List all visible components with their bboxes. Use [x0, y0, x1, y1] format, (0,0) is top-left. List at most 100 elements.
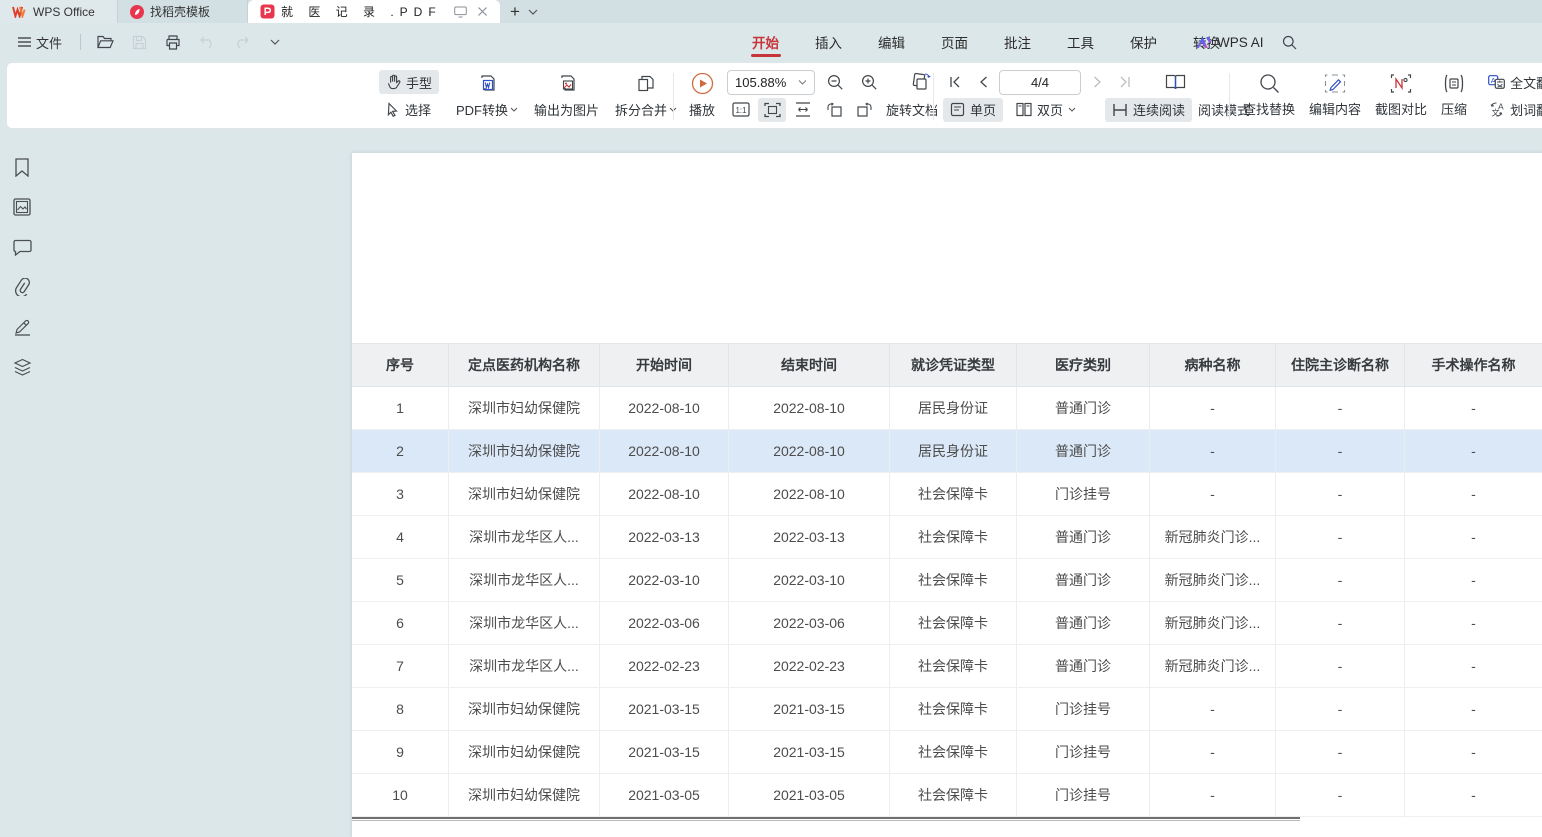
read-mode-icon	[1163, 70, 1187, 94]
menu-search-icon[interactable]	[1274, 35, 1305, 50]
double-page-button[interactable]: 双页	[1009, 98, 1083, 122]
continuous-read-button[interactable]: 连续阅读	[1105, 98, 1192, 122]
tab-list-chevron-icon[interactable]	[528, 9, 538, 15]
fit-page-button[interactable]	[758, 98, 786, 122]
table-cell: 2021-03-15	[729, 731, 890, 774]
wps-ai-button[interactable]: WPS AI	[1186, 35, 1274, 50]
attachment-icon[interactable]	[9, 276, 35, 298]
table-cell: 5	[352, 559, 449, 602]
close-tab-icon[interactable]	[477, 6, 488, 17]
menu-item-6[interactable]: 保护	[1116, 26, 1171, 58]
screenshot-compare-button[interactable]: 截图对比	[1369, 69, 1433, 122]
full-translate-icon: A	[1488, 75, 1505, 89]
play-button[interactable]: 播放	[683, 68, 721, 123]
single-page-button[interactable]: 单页	[943, 98, 1003, 122]
docer-logo-icon	[130, 5, 144, 19]
table-cell: -	[1150, 387, 1276, 430]
svg-text:A: A	[1498, 102, 1504, 112]
edit-content-button[interactable]: 编辑内容	[1303, 69, 1367, 122]
divider	[933, 73, 934, 120]
rotate-pages-icon	[907, 70, 935, 94]
table-row: 8深圳市妇幼保健院2021-03-152021-03-15社会保障卡门诊挂号--…	[352, 688, 1542, 731]
menu-item-3[interactable]: 页面	[927, 26, 982, 58]
play-icon	[691, 72, 714, 95]
table-bottom-rule	[352, 817, 1300, 821]
bookmarks-icon[interactable]	[9, 156, 35, 178]
table-cell: 10	[352, 774, 449, 817]
next-page-button[interactable]	[1085, 70, 1109, 94]
table-cell: 深圳市龙华区人...	[449, 516, 600, 559]
menu-item-5[interactable]: 工具	[1053, 26, 1108, 58]
pdf-convert-icon	[476, 73, 498, 95]
last-page-button[interactable]	[1113, 70, 1137, 94]
table-header-cell: 结束时间	[729, 343, 890, 387]
monitor-icon[interactable]	[454, 6, 467, 18]
full-text-translate-button[interactable]: A 全文翻译	[1481, 70, 1542, 94]
table-cell: 深圳市妇幼保健院	[449, 473, 600, 516]
zoom-level-select[interactable]: 105.88%	[727, 70, 815, 95]
open-file-icon[interactable]	[93, 30, 117, 54]
tab-label: 找稻壳模板	[150, 3, 210, 20]
left-panel-rail	[0, 130, 44, 837]
redo-icon[interactable]	[229, 30, 253, 54]
actual-size-button[interactable]: 1:1	[727, 98, 755, 122]
tab-docer-templates[interactable]: 找稻壳模板	[118, 0, 248, 23]
table-cell: 2022-03-06	[600, 602, 729, 645]
find-replace-button[interactable]: 查找替换	[1237, 69, 1301, 122]
menu-item-2[interactable]: 编辑	[864, 26, 919, 58]
zoom-in-button[interactable]	[855, 70, 883, 94]
layers-icon[interactable]	[9, 356, 35, 378]
table-row: 10深圳市妇幼保健院2021-03-052021-03-05社会保障卡门诊挂号-…	[352, 774, 1542, 817]
print-icon[interactable]	[161, 30, 185, 54]
page-indicator-input[interactable]: 4/4	[999, 70, 1081, 95]
table-cell: 新冠肺炎门诊...	[1150, 645, 1276, 688]
export-as-image-button[interactable]: 输出为图片	[528, 69, 605, 123]
table-cell: -	[1405, 774, 1542, 817]
previous-page-button[interactable]	[971, 70, 995, 94]
table-cell: -	[1150, 774, 1276, 817]
thumbnails-icon[interactable]	[9, 196, 35, 218]
table-cell: 社会保障卡	[890, 602, 1017, 645]
compress-button[interactable]: 压缩	[1435, 69, 1473, 122]
rotate-right-button[interactable]	[851, 98, 879, 122]
save-icon[interactable]	[127, 30, 151, 54]
word-translate-label: 划词翻译	[1510, 100, 1542, 119]
comments-icon[interactable]	[9, 236, 35, 258]
pdf-page[interactable]: 序号定点医药机构名称开始时间结束时间就诊凭证类型医疗类别病种名称住院主诊断名称手…	[352, 153, 1542, 837]
select-tool-button[interactable]: 选择	[379, 97, 439, 121]
split-merge-button[interactable]: 拆分合并	[609, 69, 683, 123]
table-cell: 普通门诊	[1017, 387, 1150, 430]
table-cell: 社会保障卡	[890, 731, 1017, 774]
table-cell: 2021-03-05	[600, 774, 729, 817]
undo-icon[interactable]	[195, 30, 219, 54]
fit-width-button[interactable]	[789, 98, 817, 122]
signature-icon[interactable]	[9, 316, 35, 338]
table-cell: -	[1276, 602, 1405, 645]
tab-wps-office[interactable]: WPS Office	[0, 0, 118, 23]
double-page-label: 双页	[1037, 100, 1063, 119]
menu-item-1[interactable]: 插入	[801, 26, 856, 58]
pdf-convert-button[interactable]: PDF转换	[450, 69, 524, 123]
new-tab-button[interactable]: +	[510, 2, 520, 22]
table-cell: -	[1276, 645, 1405, 688]
table-cell: 深圳市妇幼保健院	[449, 387, 600, 430]
zoom-out-button[interactable]	[821, 70, 849, 94]
table-cell: -	[1405, 430, 1542, 473]
tab-document-active[interactable]: 就 医 记 录 .PDF	[248, 0, 500, 23]
table-cell: 9	[352, 731, 449, 774]
split-merge-label: 拆分合并	[615, 100, 667, 119]
table-cell: -	[1276, 559, 1405, 602]
table-cell: 2022-03-10	[729, 559, 890, 602]
menu-item-0[interactable]: 开始	[738, 26, 793, 58]
single-page-label: 单页	[970, 100, 996, 119]
quickbar-more-chevron-icon[interactable]	[263, 30, 287, 54]
word-translate-button[interactable]: 文A 划词翻译	[1481, 97, 1542, 121]
menu-item-4[interactable]: 批注	[990, 26, 1045, 58]
rotate-left-button[interactable]	[820, 98, 848, 122]
table-cell: 2022-08-10	[729, 473, 890, 516]
hand-tool-button[interactable]: 手型	[379, 70, 439, 94]
first-page-button[interactable]	[943, 70, 967, 94]
file-menu-button[interactable]: 文件	[12, 30, 68, 55]
svg-text:1:1: 1:1	[735, 106, 747, 115]
rotate-doc-button[interactable]: 旋转文档	[886, 100, 938, 119]
